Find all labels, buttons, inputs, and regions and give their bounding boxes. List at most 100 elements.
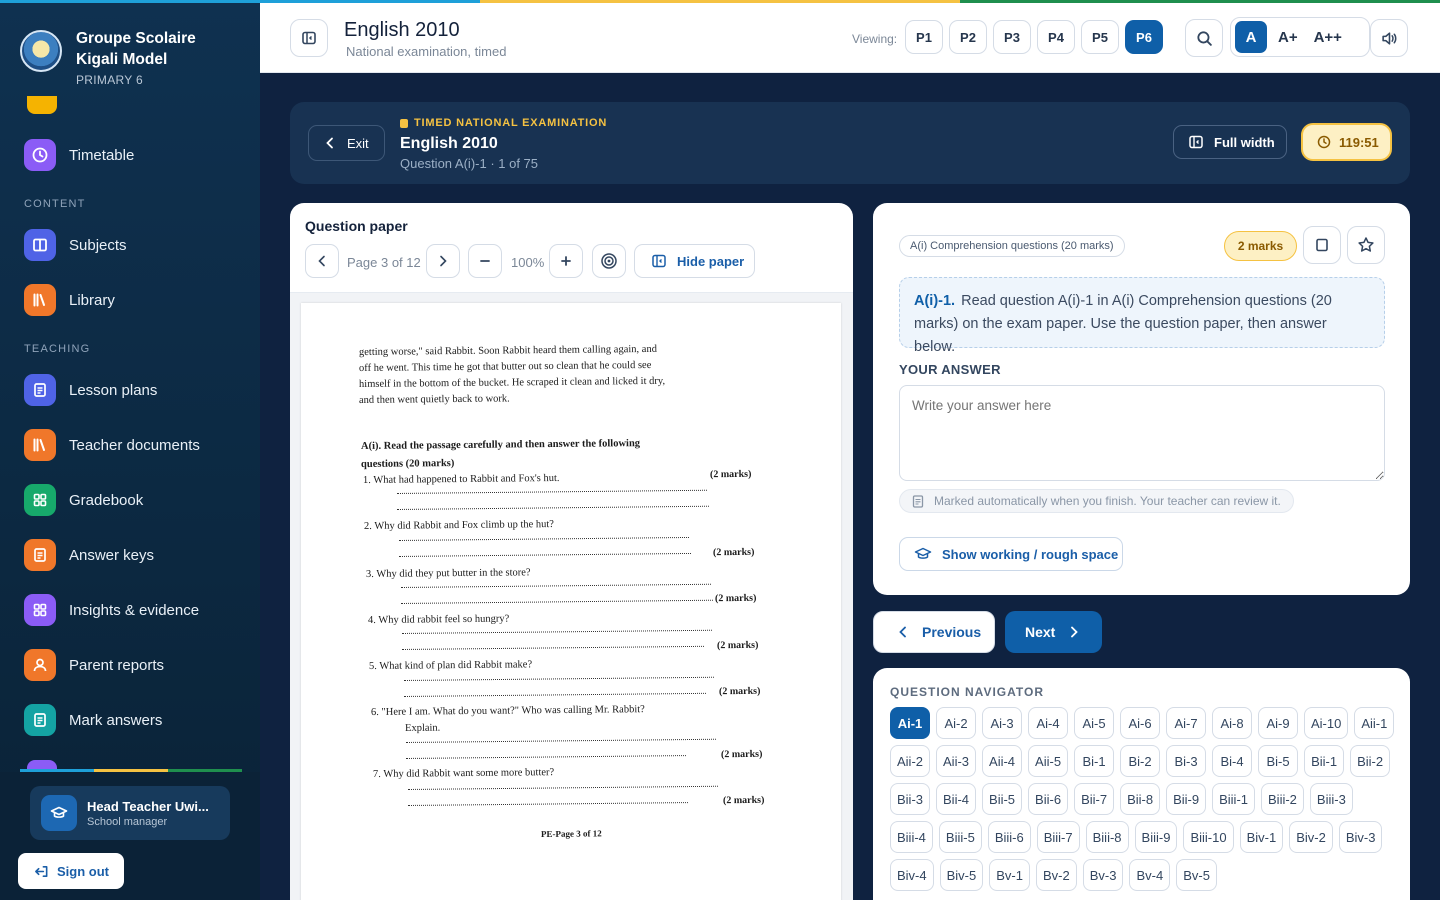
navigator-question-button[interactable]: Ai-10	[1304, 707, 1349, 739]
graduation-cap-icon	[914, 546, 932, 562]
previous-page-button[interactable]	[305, 244, 339, 278]
previous-button[interactable]: Previous	[873, 611, 995, 653]
read-aloud-button[interactable]	[1370, 19, 1408, 57]
sidebar-item-teacher-documents[interactable]: Teacher documents	[24, 429, 200, 461]
navigator-question-button[interactable]: Biii-5	[938, 821, 982, 853]
navigator-question-button[interactable]: Bi-5	[1258, 745, 1299, 777]
user-card[interactable]: Head Teacher Uwi... School manager	[30, 786, 230, 840]
navigator-question-button[interactable]: Ai-1	[890, 707, 930, 739]
navigator-question-button[interactable]: Bv-4	[1129, 859, 1171, 891]
font-size-xlarge[interactable]: A++	[1309, 21, 1347, 53]
favorite-button[interactable]	[1347, 226, 1385, 264]
navigator-question-button[interactable]: Biv-4	[890, 859, 934, 891]
sidebar-item-timetable[interactable]: Timetable	[24, 139, 134, 171]
navigator-question-button[interactable]: Bii-4	[936, 783, 977, 815]
fit-page-button[interactable]	[592, 244, 626, 278]
zoom-out-button[interactable]	[468, 244, 502, 278]
navigator-question-button[interactable]: Biv-3	[1338, 821, 1383, 853]
navigator-question-button[interactable]: Aii-5	[1028, 745, 1069, 777]
show-working-button[interactable]: Show working / rough space	[899, 537, 1123, 571]
navigator-question-button[interactable]: Biii-3	[1309, 783, 1353, 815]
navigator-question-button[interactable]: Bi-1	[1074, 745, 1115, 777]
level-button-p4[interactable]: P4	[1037, 20, 1075, 54]
sidebar-item-answer-keys[interactable]: Answer keys	[24, 539, 154, 571]
font-size-group: A A+ A++	[1230, 17, 1370, 57]
next-page-button[interactable]	[426, 244, 460, 278]
chevron-left-icon	[317, 255, 327, 267]
navigator-question-button[interactable]: Ai-7	[1166, 707, 1206, 739]
scan-question: 4. Why did rabbit feel so hungry?	[367, 613, 510, 626]
navigator-question-button[interactable]: Aii-1	[1354, 707, 1395, 739]
answer-line	[403, 676, 714, 681]
sidebar-item-mark-answers[interactable]: Mark answers	[24, 704, 162, 736]
navigator-question-button[interactable]: Ai-2	[936, 707, 976, 739]
sign-out-button[interactable]: Sign out	[18, 853, 124, 889]
sidebar-item-label: Gradebook	[69, 491, 144, 509]
navigator-question-button[interactable]: Ai-9	[1258, 707, 1298, 739]
navigator-question-button[interactable]: Biii-1	[1212, 783, 1256, 815]
next-button[interactable]: Next	[1005, 611, 1102, 653]
navigator-question-button[interactable]: Biii-7	[1036, 821, 1080, 853]
question-prompt: A(i)-1. Read question A(i)-1 in A(i) Comp…	[899, 277, 1385, 355]
sidebar-item-lesson-plans[interactable]: Lesson plans	[24, 374, 157, 406]
full-width-button[interactable]: Full width	[1173, 125, 1287, 159]
navigator-question-button[interactable]: Bii-8	[1120, 783, 1161, 815]
navigator-question-button[interactable]: Ai-4	[1028, 707, 1068, 739]
navigator-question-button[interactable]: Bv-1	[989, 859, 1030, 891]
navigator-question-button[interactable]: Bv-5	[1176, 859, 1217, 891]
sidebar-item-parent-reports[interactable]: Parent reports	[24, 649, 164, 681]
navigator-question-button[interactable]: Bii-3	[890, 783, 931, 815]
navigator-question-button[interactable]: Bii-5	[982, 783, 1023, 815]
navigator-question-button[interactable]: Bv-3	[1082, 859, 1124, 891]
navigator-question-button[interactable]: Aii-4	[982, 745, 1023, 777]
search-button[interactable]	[1185, 19, 1223, 57]
bookmark-button[interactable]	[1303, 226, 1341, 264]
navigator-question-button[interactable]: Aii-2	[890, 745, 931, 777]
level-button-p3[interactable]: P3	[993, 20, 1031, 54]
navigator-question-button[interactable]: Bv-2	[1035, 859, 1077, 891]
show-working-label: Show working / rough space	[942, 546, 1119, 562]
navigator-question-button[interactable]: Bii-7	[1074, 783, 1115, 815]
navigator-question-button[interactable]: Biv-1	[1239, 821, 1284, 853]
navigator-question-button[interactable]: Biv-2	[1289, 821, 1333, 853]
user-name: Head Teacher Uwi...	[87, 798, 209, 814]
navigator-question-button[interactable]: Bii-6	[1028, 783, 1069, 815]
level-button-p6[interactable]: P6	[1125, 20, 1163, 54]
navigator-question-button[interactable]: Bi-4	[1212, 745, 1253, 777]
sidebar-item-subjects[interactable]: Subjects	[24, 229, 127, 261]
navigator-question-button[interactable]: Ai-6	[1120, 707, 1160, 739]
level-button-p1[interactable]: P1	[905, 20, 943, 54]
page-subtitle: National examination, timed	[346, 44, 507, 59]
navigator-question-button[interactable]: Ai-3	[982, 707, 1022, 739]
navigator-question-button[interactable]: Bii-2	[1350, 745, 1391, 777]
paper-viewer[interactable]: getting worse," said Rabbit. Soon Rabbit…	[290, 293, 853, 900]
level-button-p5[interactable]: P5	[1081, 20, 1119, 54]
navigator-question-button[interactable]: Biii-10	[1183, 821, 1234, 853]
navigator-question-button[interactable]: Biii-9	[1134, 821, 1178, 853]
sidebar-item-insights[interactable]: Insights & evidence	[24, 594, 199, 626]
answer-field[interactable]	[899, 385, 1385, 481]
sidebar-item-gradebook[interactable]: Gradebook	[24, 484, 143, 516]
font-size-normal[interactable]: A	[1235, 21, 1267, 53]
sidebar-item-partial[interactable]	[27, 96, 57, 114]
navigator-question-button[interactable]: Bi-2	[1120, 745, 1161, 777]
navigator-question-button[interactable]: Bii-9	[1166, 783, 1207, 815]
navigator-question-button[interactable]: Bii-1	[1304, 745, 1345, 777]
navigator-question-button[interactable]: Bi-3	[1166, 745, 1207, 777]
navigator-question-button[interactable]: Biv-5	[939, 859, 984, 891]
sign-out-label: Sign out	[57, 863, 109, 879]
sidebar-item-library[interactable]: Library	[24, 284, 115, 316]
font-size-large[interactable]: A+	[1273, 21, 1303, 53]
navigator-question-button[interactable]: Biii-8	[1085, 821, 1129, 853]
navigator-question-button[interactable]: Biii-4	[890, 821, 933, 853]
navigator-question-button[interactable]: Ai-8	[1212, 707, 1252, 739]
hide-paper-button[interactable]: Hide paper	[634, 244, 755, 278]
navigator-question-button[interactable]: Biii-6	[987, 821, 1031, 853]
toggle-sidebar-button[interactable]	[290, 19, 328, 57]
navigator-question-button[interactable]: Biii-2	[1261, 783, 1304, 815]
exit-button[interactable]: Exit	[308, 125, 385, 161]
navigator-question-button[interactable]: Aii-3	[936, 745, 977, 777]
zoom-in-button[interactable]	[549, 244, 583, 278]
level-button-p2[interactable]: P2	[949, 20, 987, 54]
navigator-question-button[interactable]: Ai-5	[1074, 707, 1114, 739]
